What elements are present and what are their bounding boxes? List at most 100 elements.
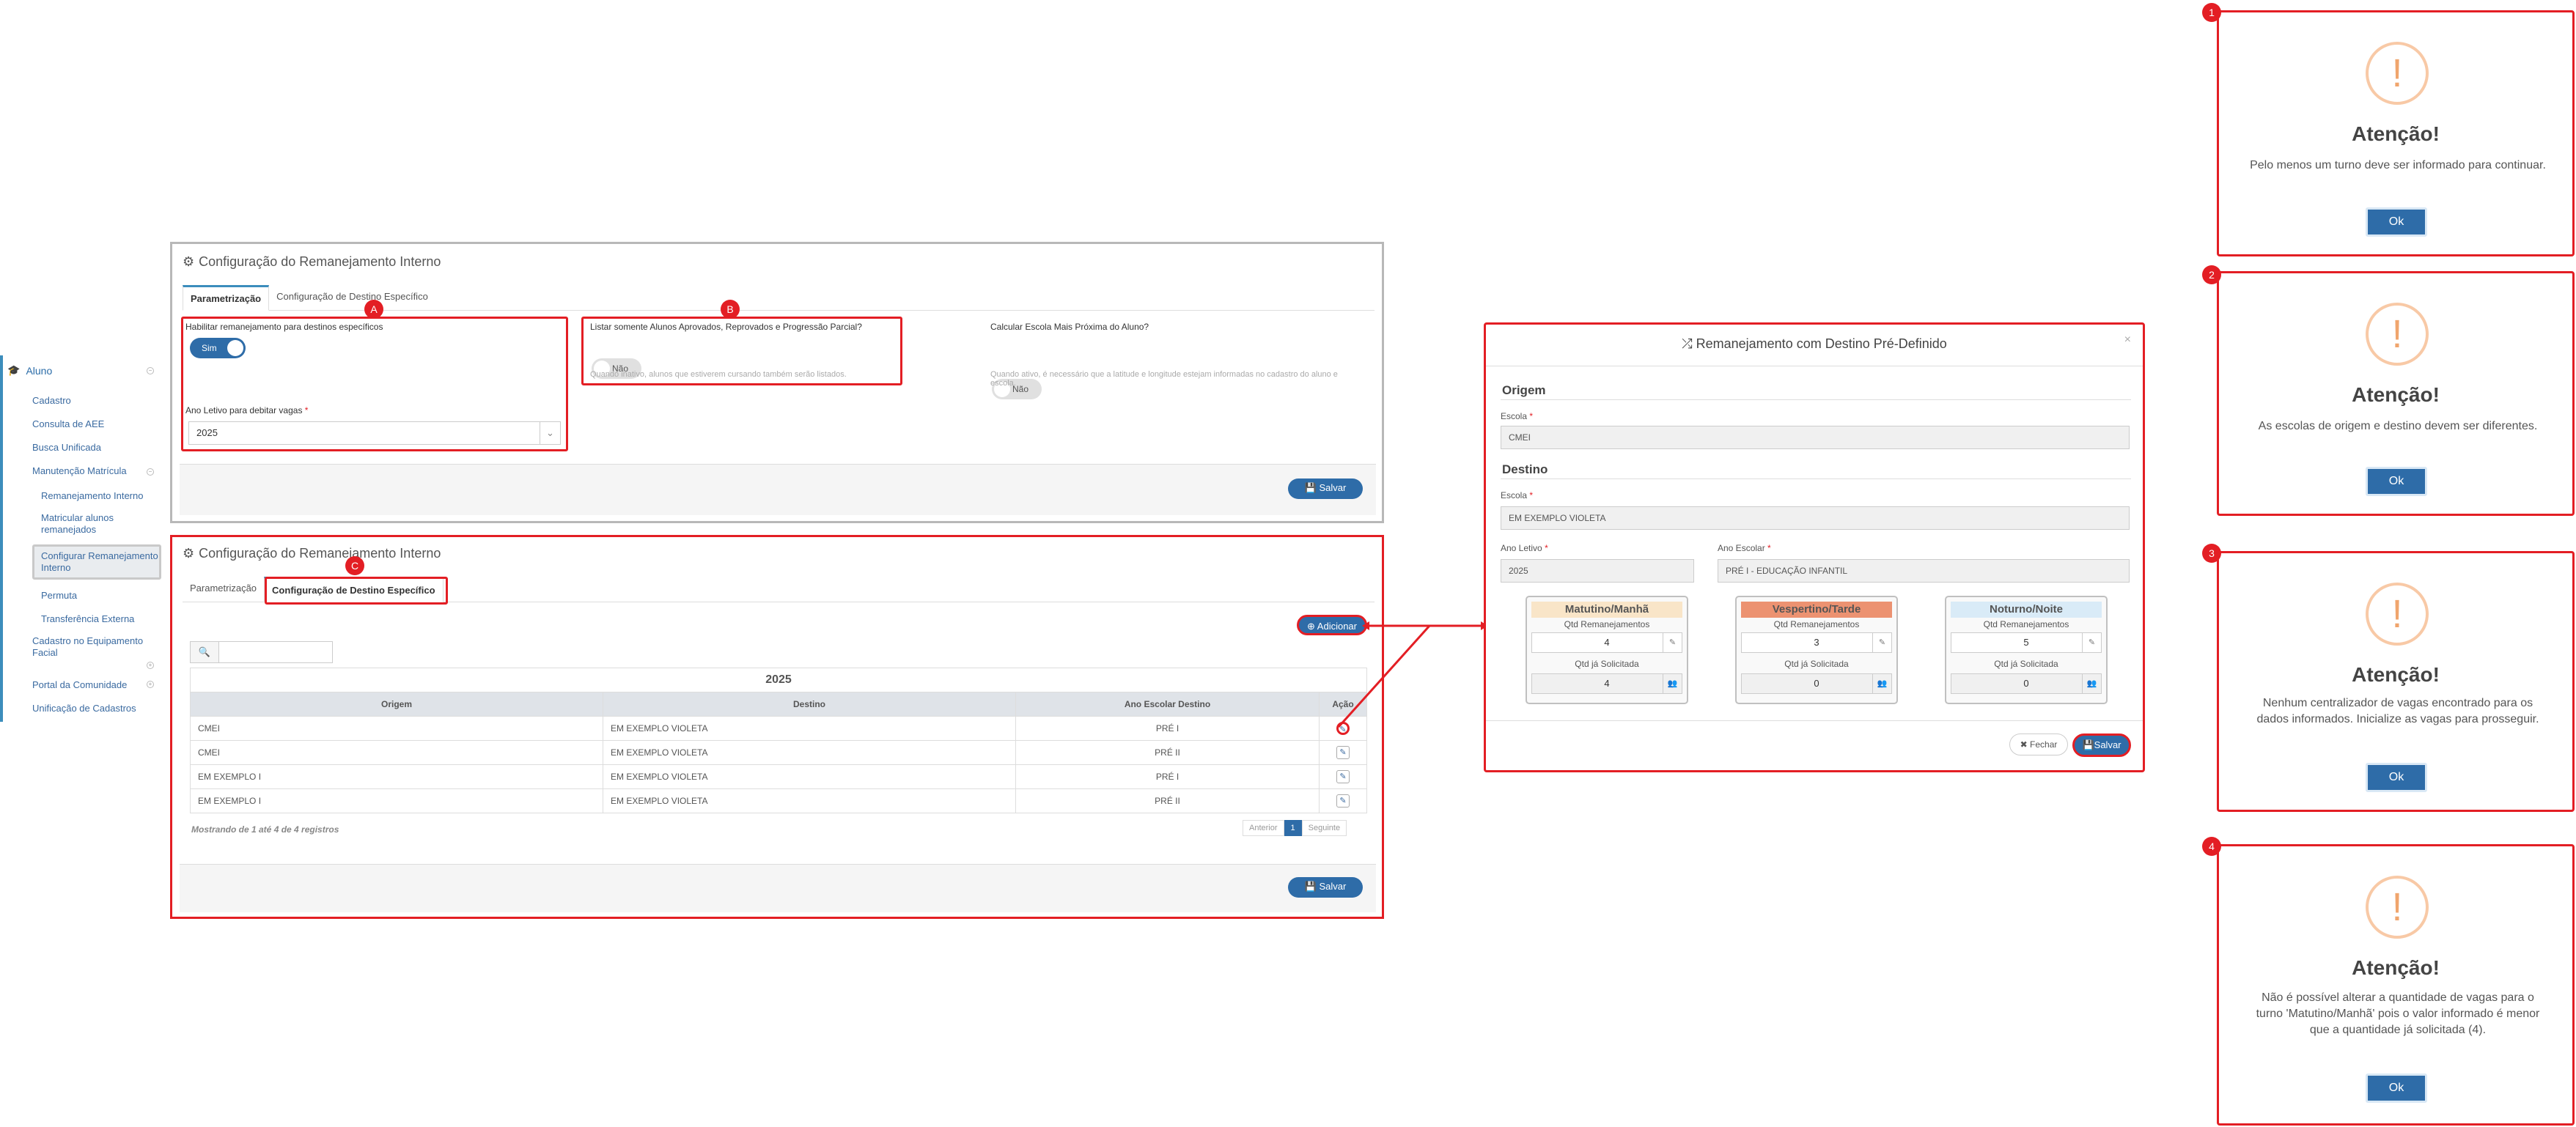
shuffle-icon: ⤮ — [1682, 336, 1693, 351]
data-table: 2025 Origem Destino Ano Escolar Destino … — [190, 668, 1367, 813]
tabs: Parametrização Configuração de Destino E… — [183, 285, 1375, 311]
ano-escolar-field[interactable]: PRÉ I - EDUCAÇÃO INFANTIL — [1718, 559, 2130, 583]
alert-message: Pelo menos um turno deve ser informado p… — [2250, 159, 2546, 171]
divider — [1486, 720, 2143, 721]
expand-icon[interactable]: + — [147, 662, 154, 669]
modal-title: ⤮ Remanejamento com Destino Pré-Definido — [1682, 336, 1947, 351]
ok-button[interactable]: Ok — [2366, 467, 2427, 496]
edit-icon[interactable]: ✎ — [1663, 633, 1682, 652]
sidebar: 🎓 Aluno − Cadastro Consulta de AEE Busca… — [0, 355, 161, 722]
ano-letivo-field[interactable]: 2025 — [1501, 559, 1694, 583]
table-row: CMEI EM EXEMPLO VIOLETA PRÉ I ✎ — [190, 716, 1367, 741]
qtd-solicitada-field: 4 👥 — [1531, 673, 1682, 694]
edit-icon[interactable]: ✎ — [1872, 633, 1891, 652]
alert-title: Atenção! — [2352, 122, 2440, 145]
sidebar-item-equipamento-facial[interactable]: Cadastro no Equipamento Facial — [32, 635, 157, 659]
sidebar-item-cadastro[interactable]: Cadastro — [32, 395, 71, 406]
salvar-button[interactable]: 💾Salvar — [2072, 734, 2131, 757]
sidebar-item-remanejamento-interno[interactable]: Remanejamento Interno — [41, 490, 143, 502]
edit-icon[interactable]: ✎ — [1336, 794, 1350, 808]
page-button[interactable]: 1 — [1284, 820, 1302, 836]
alert-dialog-2: ! Atenção! As escolas de origem e destin… — [2217, 271, 2575, 516]
alert-message: Não é possível alterar a quantidade de v… — [2256, 991, 2540, 1036]
edit-icon[interactable]: ✎ — [2082, 633, 2101, 652]
table-row: EM EXEMPLO I EM EXEMPLO VIOLETA PRÉ I ✎ — [190, 764, 1367, 789]
close-icon[interactable]: × — [2124, 333, 2131, 347]
alert-message: As escolas de origem e destino devem ser… — [2258, 420, 2538, 432]
marker-b: B — [721, 300, 740, 319]
sidebar-item-consulta-aee[interactable]: Consulta de AEE — [32, 418, 104, 429]
calcular-hint: Quando ativo, é necessário que a latitud… — [990, 370, 1338, 388]
col-origem: Origem — [190, 692, 603, 717]
qtd-remanejamentos-input[interactable]: 4 ✎ — [1531, 632, 1682, 653]
marker-c: C — [345, 556, 364, 575]
search-input[interactable] — [218, 641, 333, 663]
table-year: 2025 — [190, 668, 1367, 692]
collapse-icon[interactable]: − — [147, 468, 154, 476]
save-button[interactable]: 💾 Salvar — [1288, 877, 1363, 898]
expand-icon[interactable]: + — [147, 681, 154, 688]
escola-origem-field[interactable]: CMEI — [1501, 426, 2130, 449]
gear-icon: ⚙ — [183, 254, 195, 269]
search-icon: 🔍 — [190, 641, 219, 663]
sidebar-item-permuta[interactable]: Permuta — [41, 590, 77, 602]
escola-destino-field[interactable]: EM EXEMPLO VIOLETA — [1501, 506, 2130, 530]
warning-icon: ! — [2366, 42, 2429, 105]
tab-destino-especifico[interactable]: Configuração de Destino Específico — [269, 285, 435, 310]
fechar-button[interactable]: ✖ Fechar — [2009, 734, 2068, 755]
gear-icon: ⚙ — [183, 546, 195, 561]
graduation-cap-icon: 🎓 — [7, 364, 21, 376]
warning-icon: ! — [2366, 876, 2429, 939]
alert-message: Nenhum centralizador de vagas encontrado… — [2256, 697, 2539, 725]
table-info: Mostrando de 1 até 4 de 4 registros — [191, 824, 339, 835]
prev-page-button[interactable]: Anterior — [1243, 820, 1284, 836]
turn-card-noturno: Noturno/Noite Qtd Remanejamentos 5 ✎ Qtd … — [1945, 596, 2108, 704]
col-ano-escolar: Ano Escolar Destino — [1015, 692, 1320, 717]
sidebar-header[interactable]: 🎓 Aluno — [7, 364, 52, 377]
panel-footer — [180, 864, 1376, 912]
next-page-button[interactable]: Seguinte — [1301, 820, 1347, 836]
sidebar-item-manutencao-matricula[interactable]: Manutenção Matrícula — [32, 465, 127, 476]
collapse-icon[interactable]: − — [147, 367, 154, 374]
ok-button[interactable]: Ok — [2366, 207, 2427, 237]
highlight-box-a — [181, 317, 568, 451]
ano-escolar-label: Ano Escolar * — [1718, 543, 1771, 553]
users-icon[interactable]: 👥 — [1663, 674, 1682, 693]
table-row: CMEI EM EXEMPLO VIOLETA PRÉ II ✎ — [190, 740, 1367, 765]
sidebar-item-unificacao-cadastros[interactable]: Unificação de Cadastros — [32, 703, 136, 714]
turn-card-vespertino: Vespertino/Tarde Qtd Remanejamentos 3 ✎ Q… — [1735, 596, 1898, 704]
origem-heading: Origem — [1502, 383, 1546, 397]
marker-4: 4 — [2202, 837, 2221, 856]
turn-card-matutino: Matutino/Manhã Qtd Remanejamentos 4 ✎ Qtd… — [1526, 596, 1688, 704]
sidebar-item-busca-unificada[interactable]: Busca Unificada — [32, 442, 101, 453]
alert-dialog-4: ! Atenção! Não é possível alterar a quan… — [2217, 844, 2575, 1126]
ok-button[interactable]: Ok — [2366, 1074, 2427, 1103]
users-icon[interactable]: 👥 — [2082, 674, 2101, 693]
qtd-remanejamentos-input[interactable]: 3 ✎ — [1741, 632, 1892, 653]
save-button[interactable]: 💾 Salvar — [1288, 478, 1363, 499]
tab-parametrizacao[interactable]: Parametrização — [183, 285, 270, 311]
sidebar-item-portal-comunidade[interactable]: Portal da Comunidade — [32, 679, 127, 690]
sidebar-item-matricular-remanejados[interactable]: Matricular alunos remanejados — [41, 512, 144, 536]
destino-heading: Destino — [1502, 462, 1548, 476]
marker-1: 1 — [2202, 3, 2221, 22]
alert-title: Atenção! — [2352, 663, 2440, 686]
ano-letivo-label: Ano Letivo * — [1501, 543, 1548, 553]
divider — [1501, 399, 2131, 400]
marker-a: A — [364, 300, 383, 319]
col-destino: Destino — [603, 692, 1016, 717]
marker-2: 2 — [2202, 265, 2221, 284]
divider — [1501, 478, 2131, 479]
turn-header: Matutino/Manhã — [1531, 602, 1682, 618]
sidebar-item-configurar-remanejamento[interactable]: Configurar Remanejamento Interno — [41, 550, 158, 574]
alert-dialog-1: ! Atenção! Pelo menos um turno deve ser … — [2217, 10, 2575, 256]
sidebar-item-transferencia-externa[interactable]: Transferência Externa — [41, 613, 134, 625]
edit-icon[interactable]: ✎ — [1336, 770, 1350, 783]
tab-parametrizacao[interactable]: Parametrização — [183, 577, 264, 602]
users-icon[interactable]: 👥 — [1872, 674, 1891, 693]
ok-button[interactable]: Ok — [2366, 763, 2427, 792]
pagination: Anterior 1 Seguinte — [1243, 820, 1347, 836]
qtd-remanejamentos-input[interactable]: 5 ✎ — [1951, 632, 2102, 653]
panel-title: ⚙ Configuração do Remanejamento Interno — [183, 254, 441, 269]
qtd-solicitada-field: 0 👥 — [1741, 673, 1892, 694]
